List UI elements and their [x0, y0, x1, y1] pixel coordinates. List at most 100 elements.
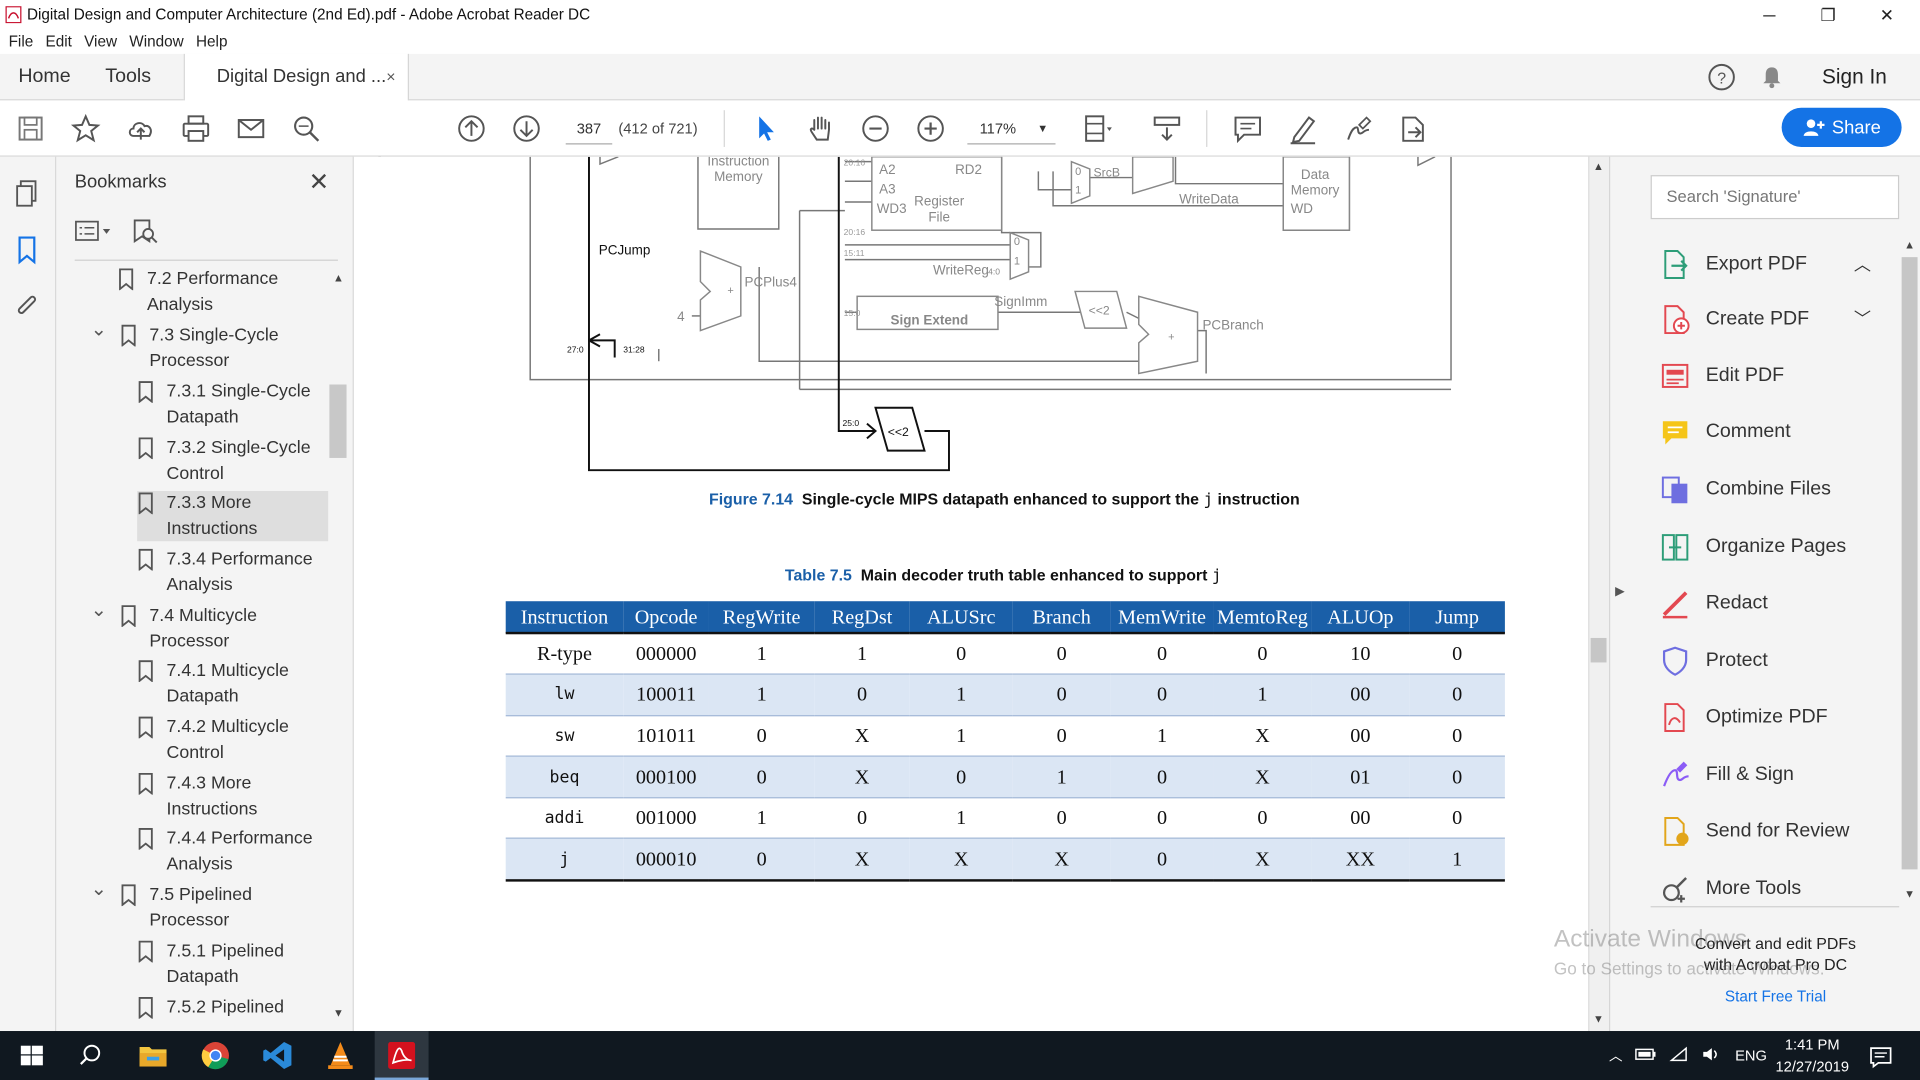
search-icon[interactable] — [73, 1038, 107, 1072]
vlc-player-icon[interactable] — [323, 1038, 357, 1072]
bookmark-item[interactable]: 7.2 Performance Analysis — [118, 267, 278, 317]
find-search-icon[interactable] — [290, 113, 322, 145]
bookmark-star-icon[interactable] — [70, 113, 102, 145]
expand-right-pane-icon[interactable]: ▶ — [1615, 585, 1624, 598]
scroll-down-icon[interactable]: ▼ — [333, 1007, 344, 1019]
bookmark-item[interactable]: 7.4.2 Multicycle Control — [137, 715, 289, 765]
fit-page-icon[interactable] — [1082, 113, 1114, 145]
bookmarks-scroll-thumb[interactable] — [329, 384, 347, 458]
tab-home[interactable]: Home — [18, 54, 70, 101]
tool-item-redact[interactable]: Redact — [1659, 585, 1768, 622]
print-icon[interactable] — [180, 113, 212, 145]
bookmark-item[interactable]: ⌄ 7.5 Pipelined Processor — [91, 879, 252, 933]
bookmark-item[interactable]: 7.4.4 Performance Analysis — [137, 827, 313, 877]
page-thumbnails-icon[interactable] — [12, 179, 41, 208]
start-free-trial-link[interactable]: Start Free Trial — [1678, 987, 1874, 1008]
menu-window[interactable]: Window — [129, 33, 183, 50]
bookmark-item[interactable]: 7.3.1 Single-Cycle Datapath — [137, 380, 311, 430]
upload-cloud-icon[interactable] — [125, 113, 157, 145]
tool-item-create-pdf[interactable]: Create PDF — [1659, 301, 1809, 338]
bookmark-item[interactable]: 7.3.3 More Instructions — [137, 491, 329, 542]
chrome-browser-icon[interactable] — [198, 1038, 232, 1072]
bookmark-item[interactable]: 7.4.3 More Instructions — [137, 771, 257, 821]
tools-scroll-up-icon[interactable]: ▲ — [1904, 239, 1915, 251]
save-icon[interactable] — [15, 113, 47, 145]
bookmark-item[interactable]: ⌄ 7.4 Multicycle Processor — [91, 600, 257, 654]
bookmark-item[interactable]: 7.3.2 Single-Cycle Control — [137, 436, 311, 486]
tools-scroll-thumb[interactable] — [1901, 257, 1918, 870]
hand-tool-icon[interactable] — [804, 113, 836, 145]
expand-chevron-icon[interactable]: ⌄ — [91, 318, 111, 343]
tool-item-optimize-pdf[interactable]: Optimize PDF — [1659, 699, 1828, 736]
find-bookmark-icon[interactable] — [131, 217, 158, 250]
wifi-icon[interactable] — [1669, 1045, 1689, 1066]
tool-item-edit-pdf[interactable]: Edit PDF — [1659, 358, 1784, 395]
select-cursor-icon[interactable] — [749, 113, 781, 145]
sign-pen-icon[interactable] — [1342, 113, 1374, 145]
bookmark-item[interactable]: 7.3.4 Performance Analysis — [137, 547, 313, 597]
vscode-icon[interactable] — [261, 1038, 295, 1072]
bookmark-item[interactable]: 7.5.2 Pipelined — [137, 996, 284, 1021]
bookmark-options-icon[interactable] — [75, 219, 114, 250]
tools-export-icon[interactable] — [1397, 113, 1429, 145]
notifications-bell-icon[interactable] — [1758, 54, 1785, 101]
chevron-down-icon[interactable]: ﹀ — [1854, 306, 1871, 330]
zoom-level-select[interactable]: 117% ▼ — [967, 113, 1056, 145]
scroll-up-icon[interactable]: ▲ — [333, 272, 344, 284]
comment-icon[interactable] — [1232, 113, 1264, 145]
tab-document[interactable]: Digital Design and ... × — [183, 53, 409, 102]
doc-scroll-down-icon[interactable]: ▼ — [1593, 1013, 1604, 1025]
tool-item-combine-files[interactable]: Combine Files — [1659, 471, 1831, 508]
close-window-button[interactable]: ✕ — [1859, 0, 1915, 29]
menu-edit[interactable]: Edit — [45, 33, 71, 50]
tool-item-protect[interactable]: Protect — [1659, 643, 1768, 680]
close-tab-icon[interactable]: × — [386, 54, 395, 101]
bookmark-item[interactable]: ⌄ 7.3 Single-Cycle Processor — [91, 320, 279, 373]
menu-view[interactable]: View — [84, 33, 117, 50]
document-scroll-thumb[interactable] — [1590, 637, 1607, 663]
volume-icon[interactable] — [1701, 1045, 1721, 1066]
doc-scroll-up-icon[interactable]: ▲ — [1593, 160, 1604, 172]
help-icon[interactable]: ? — [1707, 54, 1736, 101]
windows-start-icon[interactable] — [15, 1038, 49, 1072]
bookmark-item[interactable]: 7.4.1 Multicycle Datapath — [137, 659, 289, 709]
tools-scroll-down-icon[interactable]: ▼ — [1904, 888, 1915, 900]
scroll-mode-icon[interactable] — [1151, 113, 1183, 145]
expand-chevron-icon[interactable]: ⌄ — [91, 599, 111, 624]
clock[interactable]: 1:41 PM 12/27/2019 — [1763, 1033, 1861, 1077]
input-language[interactable]: ENG — [1735, 1047, 1767, 1064]
tab-tools[interactable]: Tools — [105, 54, 151, 101]
tool-item-export-pdf[interactable]: Export PDF — [1659, 246, 1807, 283]
tools-search-input[interactable]: Search 'Signature' — [1650, 175, 1900, 220]
document-scrollbar[interactable]: ▲ ▼ — [1588, 156, 1609, 1032]
zoom-in-icon[interactable] — [915, 113, 947, 145]
menu-help[interactable]: Help — [196, 33, 227, 50]
acrobat-taskbar-active[interactable] — [374, 1031, 429, 1080]
bookmark-item[interactable]: 7.5.1 Pipelined Datapath — [137, 939, 284, 989]
previous-page-icon[interactable] — [456, 113, 488, 145]
share-button[interactable]: Share — [1781, 107, 1902, 147]
action-center-icon[interactable] — [1864, 1038, 1898, 1072]
expand-chevron-icon[interactable]: ⌄ — [91, 878, 111, 903]
tool-item-comment[interactable]: Comment — [1659, 414, 1791, 451]
page-number-input[interactable]: 387 — [565, 113, 613, 145]
restore-button[interactable]: ❐ — [1800, 0, 1856, 29]
zoom-out-icon[interactable] — [860, 113, 892, 145]
file-explorer-icon[interactable] — [136, 1038, 170, 1072]
attachments-paperclip-icon[interactable] — [12, 291, 41, 320]
bookmarks-panel-icon[interactable] — [12, 235, 41, 265]
minimize-button[interactable]: ─ — [1741, 0, 1797, 29]
close-panel-icon[interactable]: ✕ — [309, 167, 330, 198]
tool-item-organize-pages[interactable]: Organize Pages — [1659, 529, 1846, 566]
battery-icon[interactable] — [1635, 1046, 1657, 1064]
tool-item-fill-sign[interactable]: Fill & Sign — [1659, 757, 1794, 794]
highlight-pen-icon[interactable] — [1287, 113, 1319, 145]
next-page-icon[interactable] — [511, 113, 543, 145]
menu-file[interactable]: File — [9, 33, 34, 50]
document-view[interactable]: Instruction Memory A2 A3 WD3 RD2 Registe… — [353, 156, 1589, 1032]
tool-item-send-for-review[interactable]: Send for Review — [1659, 813, 1849, 850]
sign-in-link[interactable]: Sign In — [1822, 54, 1887, 101]
show-hidden-icons[interactable]: ︿ — [1609, 1046, 1622, 1066]
email-icon[interactable] — [235, 113, 267, 145]
bookmarks-scrollbar[interactable]: ▲ ▼ — [328, 267, 348, 1026]
